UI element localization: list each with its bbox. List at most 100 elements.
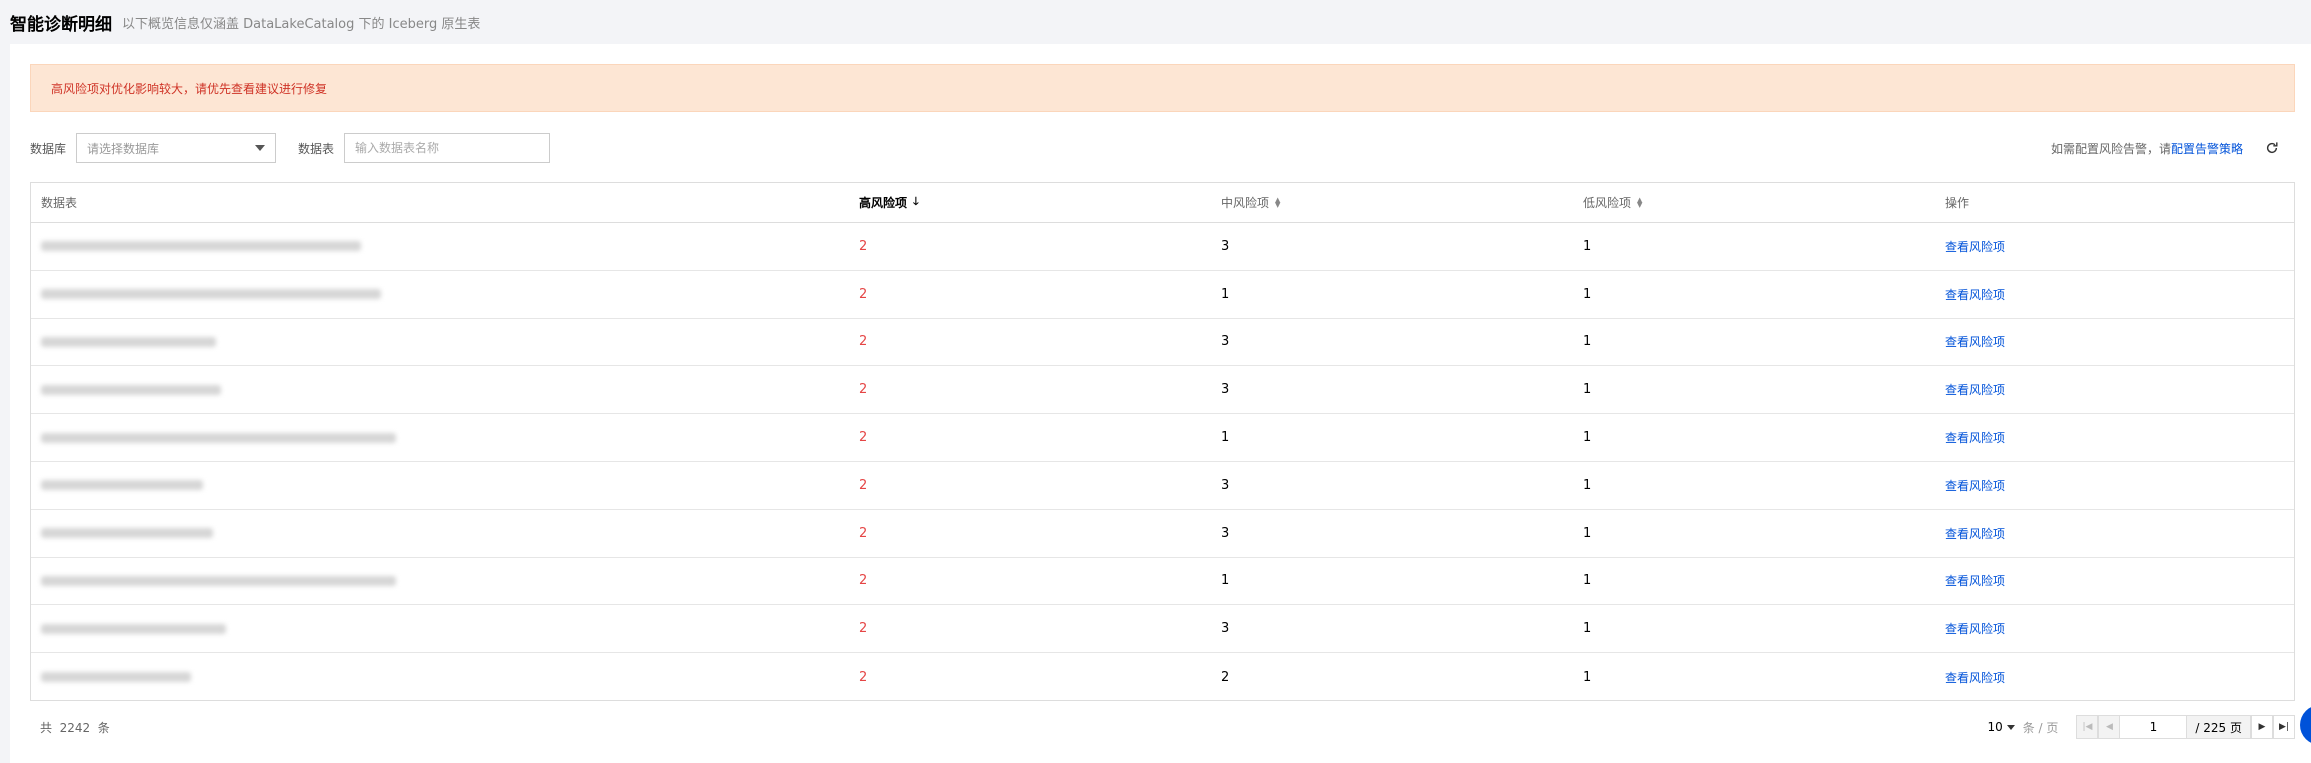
table-row: 2 2 1 查看风险项 [31, 653, 2294, 701]
mid-risk-count: 3 [1221, 334, 1230, 350]
view-risk-link[interactable]: 查看风险项 [1945, 333, 2005, 350]
page-title: 智能诊断明细 [10, 14, 112, 35]
table-header: 数据表 高风险项 🡓 中风险项 ▲ ▼ 低风险项 ▲ ▼ 操作 [31, 183, 2294, 223]
alert-text: 高风险项对优化影响较大，请优先查看建议进行修复 [51, 81, 328, 96]
blurred-table-name [41, 432, 396, 443]
table-row: 2 3 1 查看风险项 [31, 605, 2294, 654]
high-risk-count: 2 [859, 525, 868, 541]
column-header-mid-risk[interactable]: 中风险项 ▲ ▼ [1211, 194, 1573, 211]
low-risk-count: 1 [1583, 573, 1592, 589]
low-risk-count: 1 [1583, 621, 1592, 637]
view-risk-link[interactable]: 查看风险项 [1945, 429, 2005, 446]
chevron-left-icon: ◀ [2105, 722, 2113, 732]
configure-alert-policy-link[interactable]: 配置告警策略 [2171, 140, 2243, 157]
low-risk-count: 1 [1583, 334, 1592, 350]
view-risk-link[interactable]: 查看风险项 [1945, 381, 2005, 398]
chevron-down-icon [2006, 724, 2015, 730]
view-risk-link[interactable]: 查看风险项 [1945, 620, 2005, 637]
filter-bar: 数据库 请选择数据库 数据表 如需配置风险告警，请 配置告警策略 [30, 132, 2295, 164]
high-risk-count: 2 [859, 669, 868, 685]
table-label: 数据表 [298, 141, 335, 156]
per-page-label: 条 / 页 [2022, 720, 2059, 735]
refresh-icon[interactable] [2265, 141, 2279, 155]
sort-icon: ▲ ▼ [1637, 195, 1643, 209]
low-risk-count: 1 [1583, 669, 1592, 685]
view-risk-link[interactable]: 查看风险项 [1945, 525, 2005, 542]
column-header-table: 数据表 [41, 196, 78, 210]
column-header-operation: 操作 [1945, 196, 1970, 210]
table-row: 2 3 1 查看风险项 [31, 319, 2294, 367]
view-risk-link[interactable]: 查看风险项 [1945, 572, 2005, 589]
next-page-button[interactable]: ▶ [2251, 715, 2273, 739]
high-risk-count: 2 [859, 573, 868, 589]
table-row: 2 1 1 查看风险项 [31, 271, 2294, 319]
table-row: 2 1 1 查看风险项 [31, 558, 2294, 606]
chevron-right-icon: ▶ [2258, 722, 2266, 732]
low-risk-count: 1 [1583, 238, 1592, 254]
sort-desc-icon: 🡓 [913, 195, 919, 208]
table-name-input[interactable] [344, 133, 551, 163]
mid-risk-count: 3 [1221, 525, 1230, 541]
prev-page-button[interactable]: ◀ [2098, 715, 2121, 739]
blurred-table-name [41, 623, 226, 634]
risk-table: 数据表 高风险项 🡓 中风险项 ▲ ▼ 低风险项 ▲ ▼ 操作 2 3 1 查看风险… [30, 182, 2295, 701]
blurred-table-name [41, 241, 361, 252]
view-risk-link[interactable]: 查看风险项 [1945, 238, 2005, 255]
mid-risk-count: 3 [1221, 238, 1230, 254]
table-row: 2 3 1 查看风险项 [31, 223, 2294, 271]
blurred-table-name [41, 480, 203, 491]
page-description: 以下概览信息仅涵盖 DataLakeCatalog 下的 Iceberg 原生表 [122, 16, 481, 32]
sort-icon: ▲ ▼ [1275, 195, 1281, 209]
blurred-table-name [41, 575, 396, 586]
page-size-select[interactable]: 10 [1987, 720, 2015, 734]
table-row: 2 3 1 查看风险项 [31, 462, 2294, 510]
page-number-input[interactable] [2120, 715, 2187, 739]
low-risk-count: 1 [1583, 382, 1592, 398]
last-page-button[interactable]: ▶| [2273, 715, 2295, 739]
blurred-table-name [41, 336, 216, 347]
first-page-button[interactable]: |◀ [2076, 715, 2099, 739]
view-risk-link[interactable]: 查看风险项 [1945, 669, 2005, 686]
database-select[interactable]: 请选择数据库 [76, 133, 277, 163]
low-risk-count: 1 [1583, 525, 1592, 541]
mid-risk-count: 3 [1221, 621, 1230, 637]
low-risk-count: 1 [1583, 430, 1592, 446]
content-card: 高风险项对优化影响较大，请优先查看建议进行修复 数据库 请选择数据库 数据表 如… [10, 44, 2311, 763]
low-risk-count: 1 [1583, 477, 1592, 493]
risk-alert-banner: 高风险项对优化影响较大，请优先查看建议进行修复 [30, 64, 2295, 112]
table-footer: 共 2242 条 10 条 / 页 |◀ ◀ / 225 页 ▶ ▶| [30, 712, 2295, 742]
high-risk-count: 2 [859, 621, 868, 637]
mid-risk-count: 3 [1221, 477, 1230, 493]
table-row: 2 1 1 查看风险项 [31, 414, 2294, 462]
first-page-icon: |◀ [2082, 722, 2093, 732]
mid-risk-count: 3 [1221, 382, 1230, 398]
alert-config-hint: 如需配置风险告警，请 配置告警策略 [2051, 140, 2295, 157]
page-header: 智能诊断明细 以下概览信息仅涵盖 DataLakeCatalog 下的 Iceb… [0, 0, 2311, 44]
database-label: 数据库 [30, 141, 67, 156]
blurred-table-name [41, 384, 221, 395]
view-risk-link[interactable]: 查看风险项 [1945, 477, 2005, 494]
blurred-table-name [41, 672, 191, 683]
last-page-icon: ▶| [2279, 722, 2289, 732]
high-risk-count: 2 [859, 430, 868, 446]
total-pages: / 225 页 [2186, 715, 2251, 739]
low-risk-count: 1 [1583, 286, 1592, 302]
mid-risk-count: 1 [1221, 286, 1230, 302]
blurred-table-name [41, 289, 381, 300]
total-count: 共 2242 条 [40, 720, 110, 735]
column-header-high-risk[interactable]: 高风险项 🡓 [849, 193, 1211, 212]
high-risk-count: 2 [859, 382, 868, 398]
mid-risk-count: 2 [1221, 669, 1230, 685]
high-risk-count: 2 [859, 238, 868, 254]
high-risk-count: 2 [859, 334, 868, 350]
view-risk-link[interactable]: 查看风险项 [1945, 286, 2005, 303]
table-row: 2 3 1 查看风险项 [31, 510, 2294, 558]
mid-risk-count: 1 [1221, 430, 1230, 446]
table-row: 2 3 1 查看风险项 [31, 366, 2294, 415]
column-header-low-risk[interactable]: 低风险项 ▲ ▼ [1573, 194, 1935, 211]
blurred-table-name [41, 528, 213, 539]
database-select-placeholder: 请选择数据库 [87, 141, 160, 156]
alert-hint-text: 如需配置风险告警，请 [2050, 141, 2171, 156]
chevron-down-icon [255, 145, 266, 151]
pagination: 10 条 / 页 |◀ ◀ / 225 页 ▶ ▶| [1987, 715, 2295, 739]
